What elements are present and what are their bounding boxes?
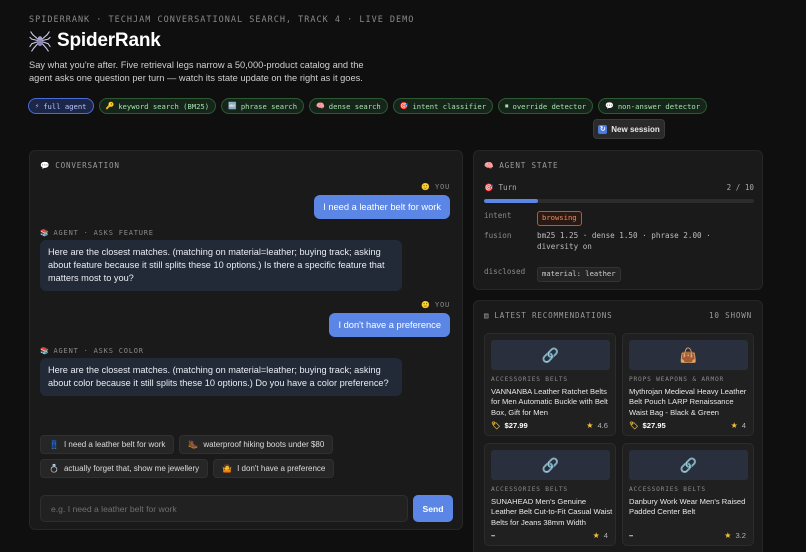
price-tag-icon: 🏷	[629, 421, 639, 430]
product-name: Mythrojan Medieval Heavy Leather Belt Po…	[629, 387, 747, 417]
jeans-icon: 👖	[49, 440, 59, 449]
ring-icon: 💍	[49, 464, 59, 473]
intent-badge: browsing	[537, 211, 582, 226]
link-icon: 🔗	[629, 450, 748, 480]
brain-icon: 🧠	[484, 161, 495, 170]
agent-message: Here are the closest matches. (matching …	[40, 358, 402, 396]
product-name: Danbury Work Wear Men's Raised Padded Ce…	[629, 497, 746, 517]
chip-dense-search[interactable]: 🧠 dense search	[309, 98, 388, 114]
user-message: I don't have a preference	[329, 313, 450, 337]
list-icon: ▤	[484, 311, 490, 320]
product-price: –	[491, 531, 496, 540]
disclosed-badge: material: leather	[537, 267, 621, 282]
recommendations-title: ▤ LATEST RECOMMENDATIONS	[484, 311, 613, 320]
books-icon: 📚	[40, 347, 50, 355]
refresh-icon: ↻	[598, 124, 608, 134]
suggestion-jewellery[interactable]: 💍 actually forget that, show me jewellery	[40, 459, 209, 478]
product-category: ACCESSORIES BELTS	[491, 376, 568, 383]
key-icon: 🔑	[105, 102, 115, 110]
product-category: PROPS WEAPONS & ARMOR	[629, 376, 725, 383]
spider-icon	[29, 31, 51, 52]
header-topline: SPIDERRANK · TECHJAM CONVERSATIONAL SEAR…	[29, 15, 415, 25]
user-avatar-icon: 🙂	[421, 183, 431, 191]
tagline: Say what you're after. Five retrieval le…	[29, 60, 364, 83]
brand: SpiderRank	[29, 30, 161, 52]
agent-state-title: 🧠 AGENT STATE	[484, 161, 559, 170]
send-button[interactable]: Send	[413, 495, 453, 522]
turn-counter: 2 / 10	[726, 183, 754, 192]
brain-icon: 🧠	[316, 102, 325, 110]
boot-icon: 🥾	[188, 440, 199, 449]
product-name: SUNAHEAD Men's Genuine Leather Belt Cut-…	[491, 497, 613, 527]
recommendations-count: 10 SHOWN	[709, 311, 752, 320]
stop-icon: ⏹	[505, 101, 509, 110]
suggestion-no-preference[interactable]: 🤷 I don't have a preference	[213, 459, 335, 478]
star-icon: ★	[586, 421, 594, 430]
link-icon: 🔗	[491, 450, 610, 480]
star-icon: ★	[724, 531, 732, 540]
user-avatar-icon: 🙂	[421, 301, 431, 309]
link-icon: 🔗	[491, 340, 610, 370]
suggestion-chips: 👖 I need a leather belt for work 🥾 waterpr…	[40, 435, 340, 478]
retrieval-leg-chips: ⚡ full agent 🔑 keyword search (BM25) 🔤 phra…	[28, 98, 708, 114]
lightning-icon: ⚡	[35, 102, 40, 110]
product-rating: ★ 4.6	[586, 421, 608, 430]
conversation-panel: 💬 CONVERSATION 🙂 YOU I need a leather be…	[29, 150, 463, 530]
turn-row: 🎯 Turn 2 / 10	[484, 183, 754, 192]
turn-progress-bar	[484, 199, 754, 203]
turn-progress-fill	[484, 199, 538, 203]
suggestion-leather-belt[interactable]: 👖 I need a leather belt for work	[40, 435, 175, 454]
chip-non-answer-detector[interactable]: 💬 non-answer detector	[598, 98, 708, 114]
price-tag-icon: 🏷	[491, 421, 501, 430]
chip-full-agent[interactable]: ⚡ full agent	[28, 98, 94, 114]
abc-icon: 🔤	[228, 102, 237, 110]
page-title: SpiderRank	[57, 30, 161, 51]
agent-label: 📚 AGENT · ASKS COLOR	[40, 347, 144, 355]
you-label: 🙂 YOU	[421, 183, 450, 191]
product-rating: ★ 4	[592, 531, 608, 540]
speech-icon: 💬	[40, 161, 51, 170]
chip-phrase-search[interactable]: 🔤 phrase search	[221, 98, 305, 114]
star-icon: ★	[730, 421, 738, 430]
shrug-icon: 🤷	[222, 464, 233, 473]
target-icon: 🎯	[399, 102, 409, 110]
chip-intent-classifier[interactable]: 🎯 intent classifier	[392, 98, 494, 114]
suggestion-hiking-boots[interactable]: 🥾 waterproof hiking boots under $80	[179, 435, 334, 454]
product-card[interactable]: 🔗 ACCESSORIES BELTS Danbury Work Wear Me…	[622, 443, 754, 546]
recommendations-panel: ▤ LATEST RECOMMENDATIONS 10 SHOWN 🔗 ACCE…	[473, 300, 763, 552]
user-message: I need a leather belt for work	[314, 195, 450, 219]
handbag-icon: 👜	[629, 340, 748, 370]
product-category: ACCESSORIES BELTS	[491, 486, 568, 493]
conversation-title: 💬 CONVERSATION	[40, 161, 120, 170]
product-price: 🏷 $27.99	[491, 421, 528, 430]
product-name: VANNANBA Leather Ratchet Belts for Men A…	[491, 387, 608, 417]
product-price: 🏷 $27.95	[629, 421, 666, 430]
product-card[interactable]: 👜 PROPS WEAPONS & ARMOR Mythrojan Mediev…	[622, 333, 754, 436]
product-rating: ★ 4	[730, 421, 746, 430]
speech-icon: 💬	[605, 102, 614, 110]
product-card[interactable]: 🔗 ACCESSORIES BELTS SUNAHEAD Men's Genui…	[484, 443, 616, 546]
agent-message: Here are the closest matches. (matching …	[40, 240, 402, 291]
chip-keyword-search[interactable]: 🔑 keyword search (BM25)	[98, 98, 217, 114]
product-price: –	[629, 531, 634, 540]
chip-override-detector[interactable]: ⏹ override detector	[498, 98, 594, 114]
product-card[interactable]: 🔗 ACCESSORIES BELTS VANNANBA Leather Rat…	[484, 333, 616, 436]
agent-state-panel: 🧠 AGENT STATE 🎯 Turn 2 / 10 intent browsi…	[473, 150, 763, 290]
agent-label: 📚 AGENT · ASKS FEATURE	[40, 229, 154, 237]
books-icon: 📚	[40, 229, 50, 237]
product-category: ACCESSORIES BELTS	[629, 486, 706, 493]
chat-input[interactable]	[40, 495, 408, 522]
product-rating: ★ 3.2	[724, 531, 746, 540]
target-icon: 🎯	[484, 183, 494, 192]
you-label: 🙂 YOU	[421, 301, 450, 309]
new-session-button[interactable]: ↻ New session	[593, 119, 665, 139]
star-icon: ★	[592, 531, 600, 540]
fusion-weights: bm25 1.25 · dense 1.50 · phrase 2.00 · d…	[537, 231, 711, 251]
